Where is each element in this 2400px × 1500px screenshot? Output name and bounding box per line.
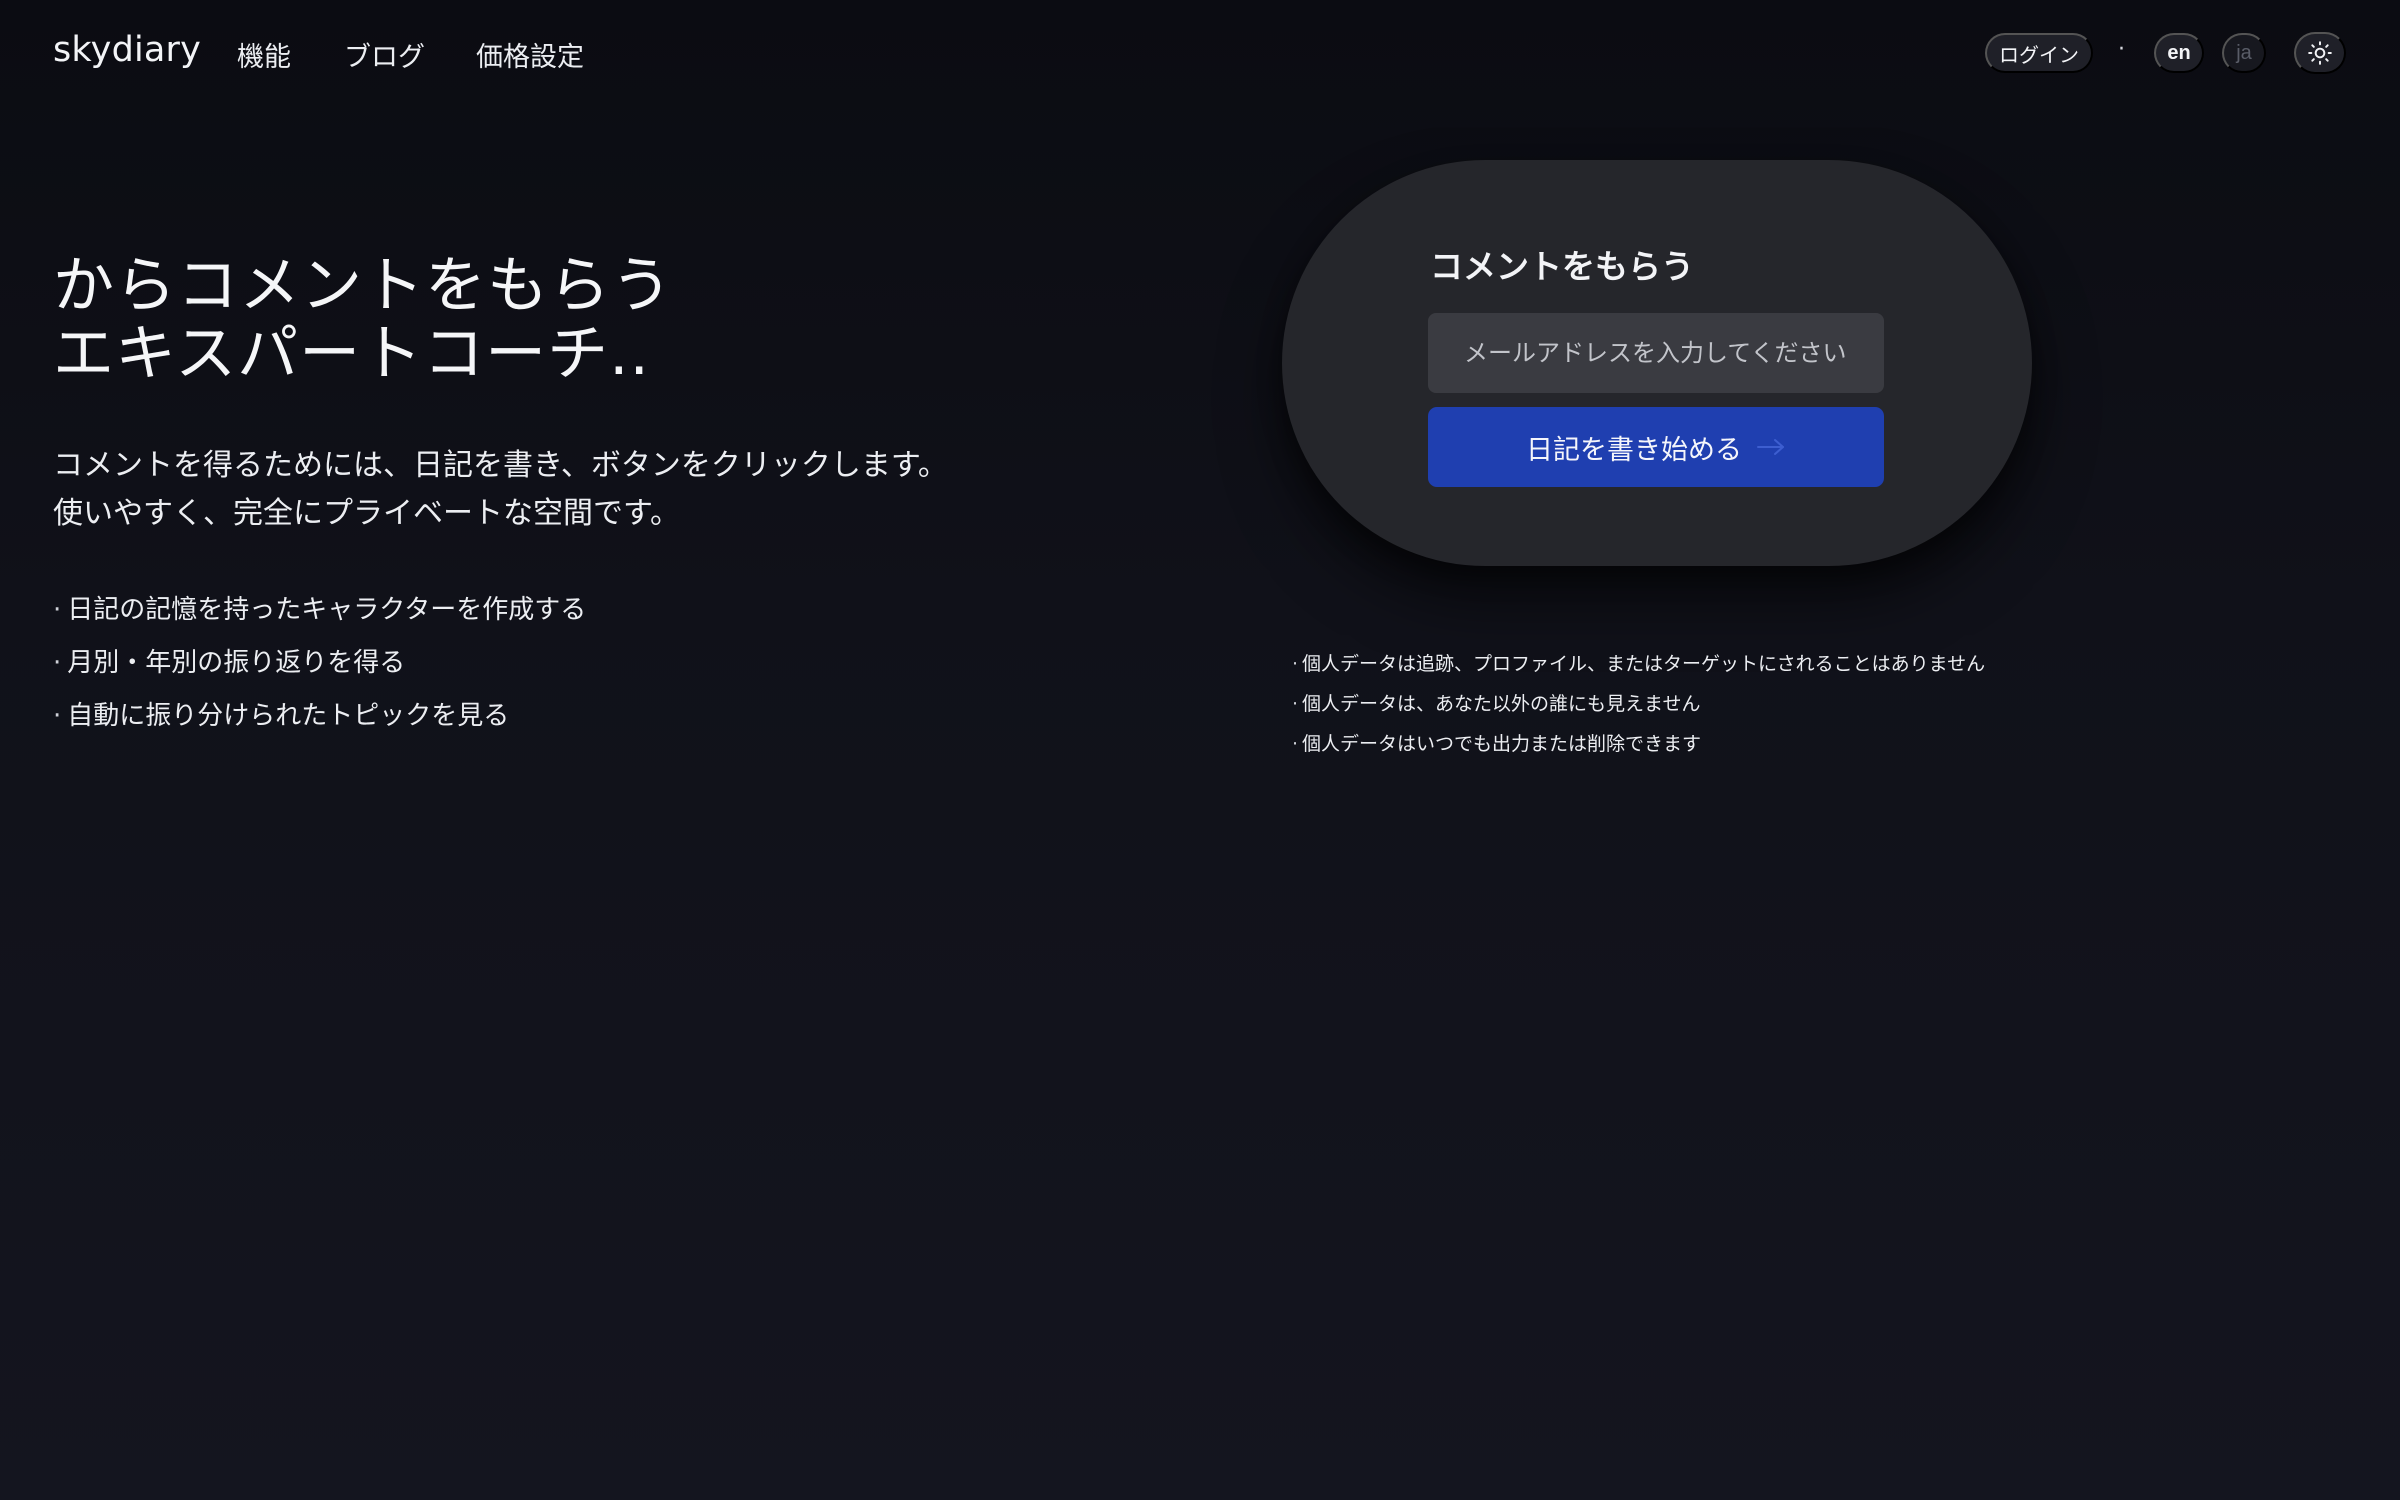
email-input[interactable]	[1428, 313, 1884, 393]
language-separator: ·	[2118, 37, 2125, 62]
signup-card-title: コメントをもらう	[1430, 247, 1694, 286]
privacy-note: · 個人データは追跡、プロファイル、またはターゲットにされることはありません	[1292, 644, 1985, 684]
privacy-note: · 個人データは、あなた以外の誰にも見えません	[1292, 684, 1985, 724]
privacy-note-text: 個人データは追跡、プロファイル、またはターゲットにされることはありません	[1302, 653, 1986, 675]
nav-link-features[interactable]: 機能	[237, 35, 291, 74]
privacy-note-text: 個人データは、あなた以外の誰にも見えません	[1302, 693, 1701, 715]
bullet-dot: ·	[53, 595, 62, 625]
feature-item-text: 自動に振り分けられたトピックを見る	[67, 701, 510, 731]
nav-link-pricing[interactable]: 価格設定	[476, 35, 584, 74]
bullet-dot: ·	[1292, 693, 1299, 715]
feature-item-text: 月別・年別の振り返りを得る	[67, 648, 406, 678]
language-en-button[interactable]: en	[2154, 33, 2204, 73]
hero-description-line-1: コメントを得るためには、日記を書き、ボタンをクリックします。	[53, 448, 948, 483]
feature-item: · 日記の記憶を持ったキャラクターを作成する	[53, 584, 586, 637]
signup-card: コメントをもらう 日記を書き始める	[1282, 160, 2032, 566]
privacy-note: · 個人データはいつでも出力または削除できます	[1292, 724, 1985, 764]
feature-list: · 日記の記憶を持ったキャラクターを作成する · 月別・年別の振り返りを得る · 自動…	[53, 584, 586, 743]
hero-title: からコメントをもらう エキスパートコーチ..	[53, 252, 673, 388]
theme-toggle-button[interactable]	[2294, 32, 2346, 74]
bullet-dot: ·	[53, 648, 62, 678]
hero-title-line-2: エキスパートコーチ..	[53, 318, 650, 389]
bullet-dot: ·	[1292, 733, 1299, 755]
hero-description-line-2: 使いやすく、完全にプライベートな空間です。	[53, 496, 680, 531]
nav-link-blog[interactable]: ブログ	[344, 35, 425, 74]
hero-description: コメントを得るためには、日記を書き、ボタンをクリックします。 使いやすく、完全に…	[53, 442, 948, 538]
brand-logo-link[interactable]: skydiary	[53, 30, 201, 70]
arrow-right-icon	[1757, 439, 1784, 455]
hero-title-line-1: からコメントをもらう	[53, 250, 674, 321]
feature-item-text: 日記の記憶を持ったキャラクターを作成する	[67, 595, 587, 625]
feature-item: · 月別・年別の振り返りを得る	[53, 637, 586, 690]
feature-item: · 自動に振り分けられたトピックを見る	[53, 690, 586, 743]
login-button[interactable]: ログイン	[1985, 33, 2093, 73]
sun-icon	[2308, 41, 2332, 65]
privacy-note-text: 個人データはいつでも出力または削除できます	[1302, 733, 1702, 755]
language-ja-button[interactable]: ja	[2222, 33, 2266, 73]
privacy-notes: · 個人データは追跡、プロファイル、またはターゲットにされることはありません · 個…	[1292, 644, 1985, 764]
top-navigation: skydiary 機能 ブログ 価格設定 ログイン · en ja	[0, 0, 2400, 106]
start-diary-button[interactable]: 日記を書き始める	[1428, 407, 1884, 487]
bullet-dot: ·	[53, 701, 62, 731]
bullet-dot: ·	[1292, 653, 1299, 675]
start-diary-button-label: 日記を書き始める	[1526, 434, 1742, 466]
